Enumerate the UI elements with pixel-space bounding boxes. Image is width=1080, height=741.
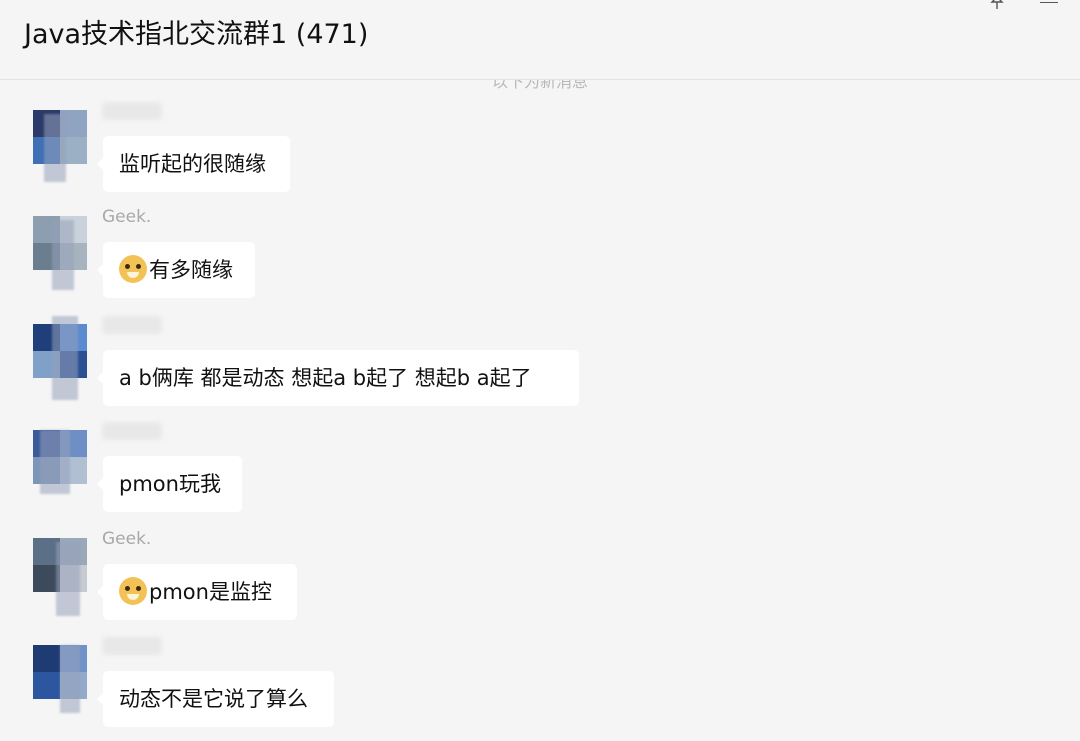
sender-redaction — [102, 422, 162, 440]
message-bubble[interactable]: pmon玩我 — [97, 456, 242, 512]
message-bubble[interactable]: 有多随缘 — [97, 242, 255, 298]
message-bubble[interactable]: pmon是监控 — [97, 564, 297, 620]
chat-header: Java技术指北交流群1 (471) — [0, 0, 1080, 80]
pin-icon[interactable] — [987, 0, 1007, 10]
redaction-smear — [52, 220, 74, 290]
redaction-smear — [40, 430, 70, 494]
message-text: a b俩库 都是动态 想起a b起了 想起b a起了 — [119, 366, 532, 390]
message-item: Geek. 有多随缘 — [0, 186, 1080, 298]
message-text: 有多随缘 — [149, 258, 233, 282]
doge-emoji-icon — [119, 255, 147, 283]
sender-name: Geek. — [102, 529, 152, 549]
sender-name — [102, 314, 162, 336]
message-text: pmon是监控 — [149, 580, 272, 604]
sender-redaction — [102, 316, 162, 334]
redaction-smear — [56, 542, 80, 616]
message-item: 动态不是它说了算么 — [0, 615, 1080, 727]
sender-name — [102, 635, 162, 657]
message-item: pmon玩我 — [0, 400, 1080, 512]
sender-redaction — [102, 102, 162, 120]
message-bubble[interactable]: 动态不是它说了算么 — [97, 671, 334, 727]
more-menu-icon[interactable] — [1040, 0, 1058, 6]
message-item: Geek. pmon是监控 — [0, 508, 1080, 620]
message-text: 监听起的很随缘 — [119, 152, 266, 176]
redaction-smear — [52, 316, 78, 400]
message-item: 监听起的很随缘 — [0, 80, 1080, 192]
sender-name — [102, 420, 162, 442]
sender-name: Geek. — [102, 207, 152, 227]
message-list: 监听起的很随缘 Geek. 有多随缘 a b俩库 都是动态 想起a b起了 想起… — [0, 80, 1080, 741]
sender-name — [102, 100, 162, 122]
redaction-smear — [44, 114, 66, 182]
message-text: 动态不是它说了算么 — [119, 687, 308, 711]
doge-emoji-icon — [119, 577, 147, 605]
sender-redaction — [102, 637, 162, 655]
message-item: a b俩库 都是动态 想起a b起了 想起b a起了 — [0, 294, 1080, 406]
chat-title: Java技术指北交流群1 (471) — [24, 19, 369, 50]
redaction-smear — [60, 645, 80, 713]
message-bubble[interactable]: 监听起的很随缘 — [97, 136, 290, 192]
message-text: pmon玩我 — [119, 472, 221, 496]
message-bubble[interactable]: a b俩库 都是动态 想起a b起了 想起b a起了 — [97, 350, 579, 406]
